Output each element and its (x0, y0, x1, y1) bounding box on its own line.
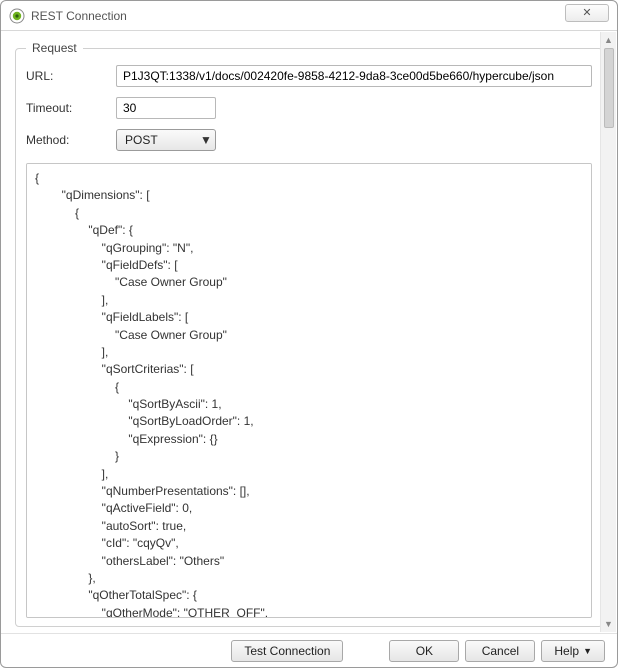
chevron-down-icon: ▼ (197, 133, 215, 147)
request-legend: Request (26, 41, 83, 55)
ok-button[interactable]: OK (389, 640, 459, 662)
dialog-footer: Test Connection OK Cancel Help ▼ (1, 633, 617, 667)
timeout-input[interactable] (116, 97, 216, 119)
method-select-value: POST (117, 133, 197, 147)
method-row: Method: POST ▼ (26, 129, 592, 151)
scroll-thumb[interactable] (604, 48, 614, 128)
method-select[interactable]: POST ▼ (116, 129, 216, 151)
window-close-button[interactable]: ✕ (565, 4, 609, 22)
url-input[interactable] (116, 65, 592, 87)
titlebar: REST Connection ✕ (1, 1, 617, 31)
timeout-label: Timeout: (26, 101, 116, 115)
url-label: URL: (26, 69, 116, 83)
content-area: Request URL: Timeout: Method: POST ▼ { "… (1, 31, 617, 633)
chevron-down-icon: ▼ (583, 646, 592, 656)
url-row: URL: (26, 65, 592, 87)
request-group: Request URL: Timeout: Method: POST ▼ { "… (15, 41, 603, 627)
test-connection-button[interactable]: Test Connection (231, 640, 343, 662)
timeout-row: Timeout: (26, 97, 592, 119)
scroll-down-icon[interactable]: ▼ (601, 616, 616, 632)
window-title: REST Connection (31, 9, 565, 23)
method-label: Method: (26, 133, 116, 147)
help-button[interactable]: Help ▼ (541, 640, 605, 662)
app-icon (9, 8, 25, 24)
request-body-textarea[interactable]: { "qDimensions": [ { "qDef": { "qGroupin… (26, 163, 592, 618)
cancel-button[interactable]: Cancel (465, 640, 535, 662)
scroll-up-icon[interactable]: ▲ (601, 32, 616, 48)
vertical-scrollbar[interactable]: ▲ ▼ (600, 32, 616, 632)
dialog-window: REST Connection ✕ Request URL: Timeout: … (0, 0, 618, 668)
help-button-label: Help (554, 644, 579, 658)
close-icon: ✕ (582, 6, 591, 19)
